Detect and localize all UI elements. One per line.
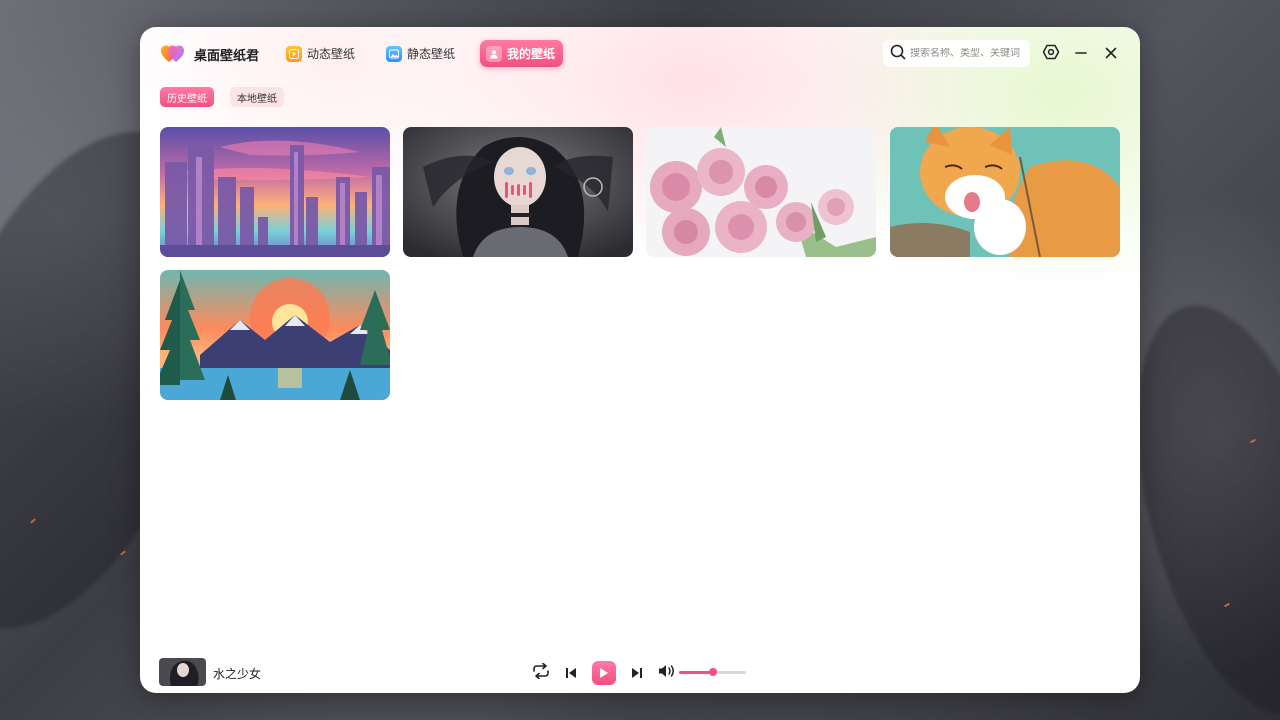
subtab-history[interactable]: 历史壁纸 <box>160 87 214 107</box>
minimize-icon <box>1074 45 1088 64</box>
app-window: 桌面壁纸君 动态壁纸 静态壁纸 我的壁纸 搜索名称、类型、关键词 历史壁纸 本地… <box>140 27 1140 693</box>
tab-label: 动态壁纸 <box>307 47 356 61</box>
previous-button[interactable] <box>560 662 582 684</box>
now-playing-cover[interactable] <box>159 658 206 686</box>
volume-icon <box>658 663 676 683</box>
play-button[interactable] <box>592 661 616 685</box>
repeat-button[interactable] <box>530 662 552 684</box>
now-playing-title: 水之少女 <box>213 667 262 681</box>
tab-my-wallpaper[interactable]: 我的壁纸 <box>480 40 564 67</box>
player-bar: 水之少女 <box>140 653 1140 693</box>
app-logo-icon <box>159 40 187 68</box>
wallpaper-thumb-mountain-sunset[interactable] <box>160 270 390 400</box>
close-button[interactable] <box>1100 43 1122 65</box>
next-button[interactable] <box>626 662 648 684</box>
now-playing-indicator-icon <box>504 180 534 200</box>
search-input[interactable] <box>910 48 1026 59</box>
search-icon <box>890 44 906 64</box>
tab-label: 静态壁纸 <box>407 47 456 61</box>
tab-dynamic-wallpaper[interactable]: 动态壁纸 <box>280 40 363 67</box>
settings-button[interactable] <box>1040 43 1062 65</box>
wallpaper-thumb-cat[interactable] <box>890 127 1120 257</box>
volume-slider-handle[interactable] <box>708 668 717 676</box>
play-icon <box>599 664 609 683</box>
wallpaper-thumb-roses[interactable] <box>646 127 876 257</box>
tab-label: 我的壁纸 <box>507 47 556 61</box>
volume-slider[interactable] <box>679 668 746 676</box>
user-icon <box>486 45 502 62</box>
tab-static-wallpaper[interactable]: 静态壁纸 <box>380 40 463 67</box>
image-icon <box>386 45 402 62</box>
wallpaper-thumb-city[interactable] <box>160 127 390 257</box>
search-box[interactable] <box>883 40 1030 67</box>
previous-icon <box>565 664 577 683</box>
minimize-button[interactable] <box>1070 43 1092 65</box>
close-icon <box>1104 45 1118 64</box>
subtab-local[interactable]: 本地壁纸 <box>230 87 284 107</box>
video-play-icon <box>286 45 302 62</box>
settings-icon <box>1042 43 1060 65</box>
next-icon <box>631 664 643 683</box>
volume-slider-fill <box>679 671 713 674</box>
app-title: 桌面壁纸君 <box>194 49 260 64</box>
volume-button[interactable] <box>656 662 678 684</box>
repeat-icon <box>532 662 550 683</box>
header: 桌面壁纸君 动态壁纸 静态壁纸 我的壁纸 <box>140 27 1140 81</box>
